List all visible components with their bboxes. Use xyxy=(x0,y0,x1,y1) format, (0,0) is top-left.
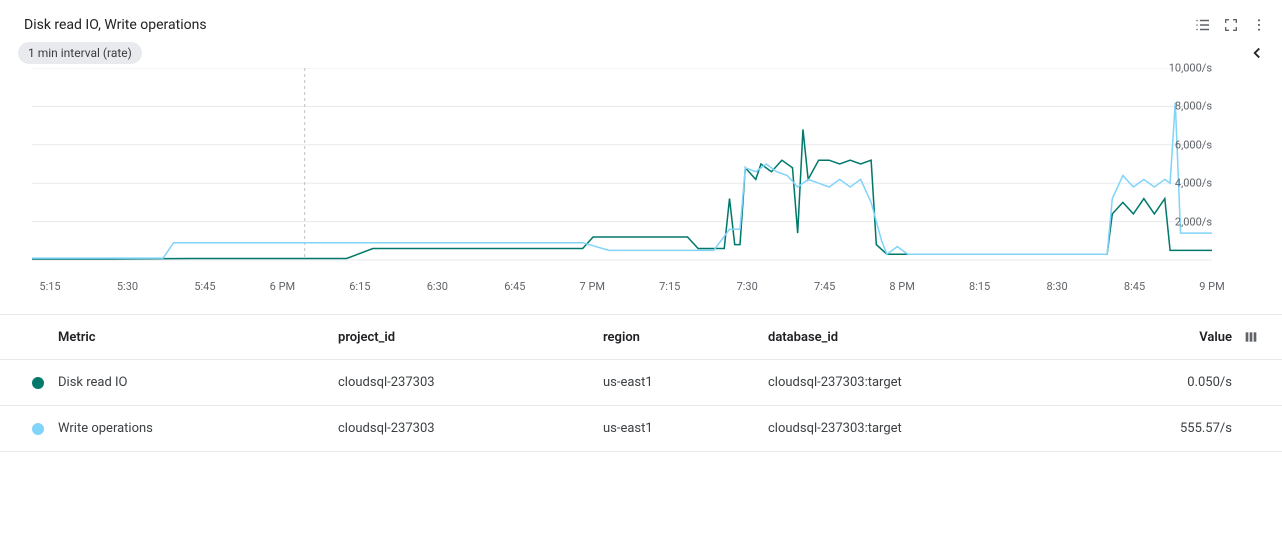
col-header-db[interactable]: database_id xyxy=(768,330,1138,345)
y-tick-label: 4,000/s xyxy=(1175,177,1212,190)
cell-metric: Disk read IO xyxy=(58,375,338,390)
x-tick-label: 7:30 xyxy=(737,280,758,293)
x-tick-label: 7 PM xyxy=(580,280,605,293)
y-axis-labels: 10,000/s8,000/s6,000/s4,000/s2,000/s xyxy=(1148,68,1212,260)
more-options-icon[interactable] xyxy=(1250,16,1268,34)
col-header-project[interactable]: project_id xyxy=(338,330,603,345)
cell-metric: Write operations xyxy=(58,421,338,436)
cell-db: cloudsql-237303:target xyxy=(768,421,1138,436)
fullscreen-icon[interactable] xyxy=(1222,16,1240,34)
cell-region: us-east1 xyxy=(603,375,768,390)
col-header-region[interactable]: region xyxy=(603,330,768,345)
legend-header-row: Metric project_id region database_id Val… xyxy=(0,314,1282,360)
x-tick-label: 6:15 xyxy=(349,280,370,293)
y-tick-label: 10,000/s xyxy=(1169,62,1212,75)
cell-db: cloudsql-237303:target xyxy=(768,375,1138,390)
x-tick-label: 5:15 xyxy=(39,280,60,293)
cell-project: cloudsql-237303 xyxy=(338,375,603,390)
x-tick-label: 7:15 xyxy=(659,280,680,293)
x-tick-label: 8:15 xyxy=(969,280,990,293)
cell-region: us-east1 xyxy=(603,421,768,436)
x-tick-label: 6:45 xyxy=(504,280,525,293)
page-title: Disk read IO, Write operations xyxy=(24,17,207,33)
legend-row[interactable]: Disk read IOcloudsql-237303us-east1cloud… xyxy=(0,360,1282,406)
x-tick-label: 8:45 xyxy=(1124,280,1145,293)
x-tick-label: 7:45 xyxy=(814,280,835,293)
legend-table: Metric project_id region database_id Val… xyxy=(0,314,1282,452)
y-tick-label: 6,000/s xyxy=(1175,138,1212,151)
x-tick-label: 5:30 xyxy=(117,280,138,293)
x-tick-label: 5:45 xyxy=(194,280,215,293)
y-tick-label: 8,000/s xyxy=(1175,100,1212,113)
col-header-metric[interactable]: Metric xyxy=(58,330,338,345)
x-tick-label: 9 PM xyxy=(1199,280,1224,293)
x-tick-label: 8 PM xyxy=(889,280,914,293)
series-color-dot xyxy=(32,423,44,435)
x-axis-labels: 5:155:305:456 PM6:156:306:457 PM7:157:30… xyxy=(50,280,1212,298)
x-tick-label: 6 PM xyxy=(270,280,295,293)
legend-row[interactable]: Write operationscloudsql-237303us-east1c… xyxy=(0,406,1282,452)
x-tick-label: 6:30 xyxy=(427,280,448,293)
legend-list-icon[interactable] xyxy=(1194,16,1212,34)
x-tick-label: 8:30 xyxy=(1046,280,1067,293)
cell-value: 555.57/s xyxy=(1138,421,1238,436)
cell-project: cloudsql-237303 xyxy=(338,421,603,436)
chart-plot[interactable]: 10,000/s8,000/s6,000/s4,000/s2,000/s xyxy=(32,68,1212,278)
col-header-value[interactable]: Value xyxy=(1138,330,1238,345)
series-color-dot xyxy=(32,377,44,389)
y-tick-label: 2,000/s xyxy=(1175,215,1212,228)
interval-chip[interactable]: 1 min interval (rate) xyxy=(18,42,142,64)
collapse-chevron-icon[interactable] xyxy=(1246,42,1268,64)
columns-config-icon[interactable] xyxy=(1238,329,1264,345)
cell-value: 0.050/s xyxy=(1138,375,1238,390)
